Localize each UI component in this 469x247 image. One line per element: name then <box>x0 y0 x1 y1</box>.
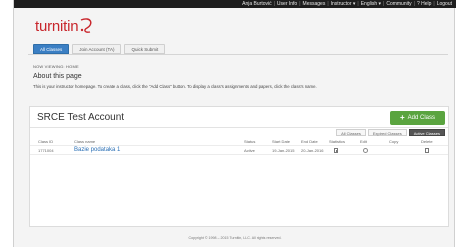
start-date-cell: 19-Jan-2015 <box>272 148 295 153</box>
turnitin-logo[interactable]: turnitin <box>35 17 94 35</box>
messages-link[interactable]: Messages <box>303 0 326 8</box>
class-id-cell: 1771004 <box>38 148 54 153</box>
tab-quick-submit[interactable]: Quick Submit <box>124 44 166 54</box>
header-edit: Edit <box>360 139 367 144</box>
community-link[interactable]: Community <box>386 0 411 8</box>
edit-gear-icon[interactable] <box>363 148 368 153</box>
account-title: SRCE Test Account <box>37 112 125 123</box>
header-end-date: End Date <box>301 139 318 144</box>
page-title: About this page <box>33 73 82 80</box>
classes-panel: SRCE Test Account + Add Class All Classe… <box>29 106 449 227</box>
statistics-icon[interactable] <box>334 148 338 153</box>
tab-join-account[interactable]: Join Account (TA) <box>72 44 122 54</box>
breadcrumb: NOW VIEWING: HOME <box>33 64 79 69</box>
filter-expired-classes[interactable]: Expired Classes <box>367 129 407 136</box>
table-row: 1771004 Bazie podataka 1 Active 19-Jan-2… <box>30 145 448 155</box>
tab-all-classes[interactable]: All Classes <box>33 44 70 54</box>
plus-icon: + <box>399 113 405 122</box>
help-link[interactable]: ? Help <box>417 0 431 8</box>
header-copy: Copy <box>389 139 399 144</box>
tab-divider <box>28 54 448 55</box>
main-tabs: All Classes Join Account (TA) Quick Subm… <box>33 44 166 54</box>
logo-swoosh-icon <box>81 18 92 33</box>
filter-active-classes[interactable]: Active Classes <box>408 129 445 136</box>
header-class-id: Class ID <box>38 139 54 144</box>
table-header: Class ID Class name Status Start Date En… <box>30 138 448 145</box>
logout-link[interactable]: Logout <box>437 0 452 8</box>
role-dropdown[interactable]: Instructor ▾ <box>331 0 356 8</box>
header-class-name: Class name <box>74 139 96 144</box>
class-name-link[interactable]: Bazie podataka 1 <box>74 147 120 153</box>
header-delete: Delete <box>421 139 433 144</box>
add-class-button[interactable]: + Add Class <box>390 111 445 125</box>
end-date-cell: 20-Jan-2016 <box>301 148 324 153</box>
status-cell: Active <box>244 148 255 153</box>
top-navigation-bar: Anja Burtović | User Info | Messages | I… <box>14 0 456 8</box>
delete-trash-icon[interactable] <box>425 148 429 153</box>
logo-text: turnitin <box>35 17 79 35</box>
header-statistics: Statistics <box>329 139 346 144</box>
class-filter-buttons: All Classes Expired Classes Active Class… <box>336 129 445 136</box>
copyright-footer: Copyright © 1998 – 2015 Turnitin, LLC. A… <box>188 236 282 240</box>
filter-all-classes[interactable]: All Classes <box>336 129 366 136</box>
user-name-link[interactable]: Anja Burtović <box>242 0 271 8</box>
language-dropdown[interactable]: English ▾ <box>361 0 381 8</box>
user-info-link[interactable]: User Info <box>277 0 297 8</box>
top-nav-links: Anja Burtović | User Info | Messages | I… <box>242 0 452 8</box>
header-start-date: Start Date <box>272 139 291 144</box>
page-description: This is your instructor homepage. To cre… <box>33 84 317 89</box>
panel-divider <box>30 127 448 128</box>
header-status: Status <box>244 139 256 144</box>
add-class-label: Add Class <box>407 115 436 121</box>
